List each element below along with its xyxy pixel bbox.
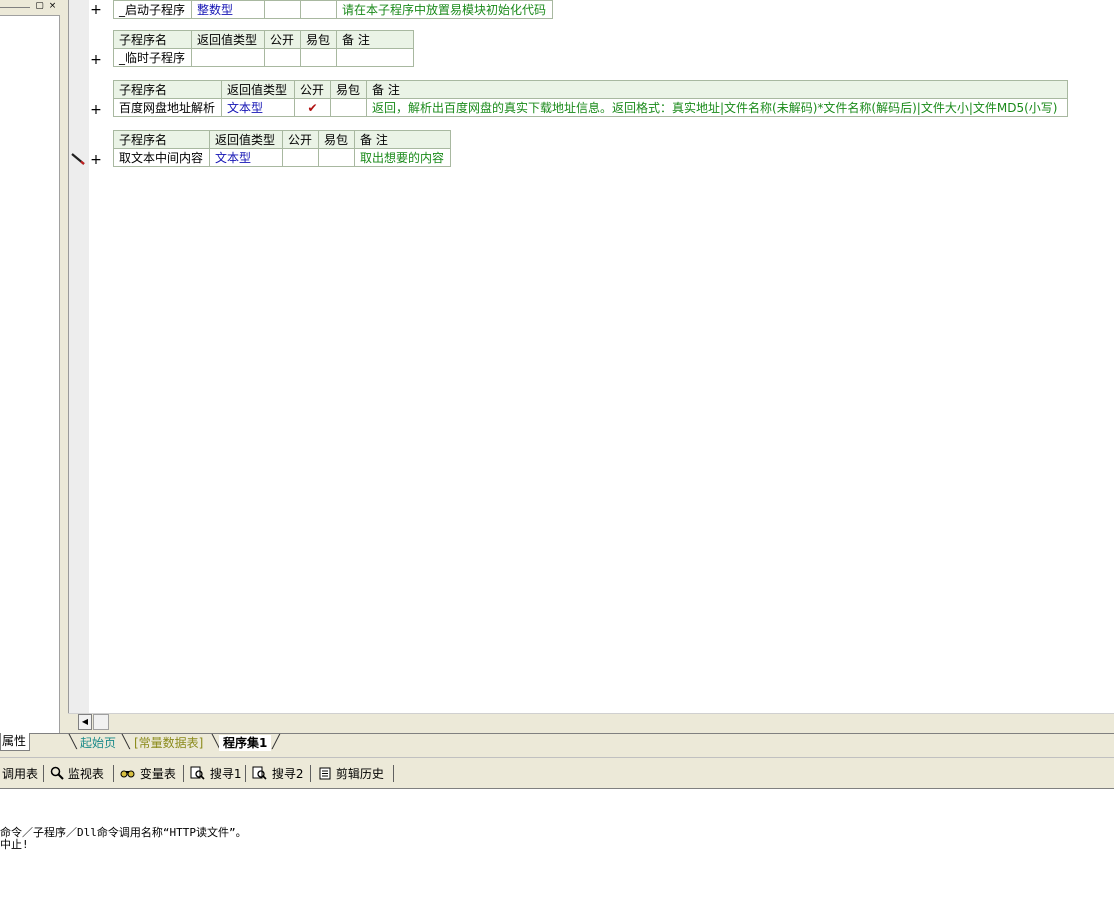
public-cell[interactable] xyxy=(282,148,319,167)
sub-name-cell[interactable]: 取文本中间内容 xyxy=(113,148,210,167)
output-line: 命令／子程序／Dll命令调用名称“HTTP读文件”。 xyxy=(0,826,247,839)
note-cell[interactable]: 返回，解析出百度网盘的真实下载地址信息。返回格式：真实地址|文件名称(未解码)*… xyxy=(366,98,1068,117)
sub-name-cell[interactable]: 百度网盘地址解析 xyxy=(113,98,222,117)
toolbar-separator xyxy=(393,765,394,782)
header-note: 备 注 xyxy=(354,130,451,149)
horizontal-scrollbar[interactable] xyxy=(68,713,1114,733)
tab-program-set[interactable]: 程序集1 xyxy=(219,735,272,751)
header-name: 子程序名 xyxy=(113,30,192,49)
subroutine-table-temp: 子程序名 返回值类型 公开 易包 备 注 _临时子程序 xyxy=(113,30,414,67)
subroutine-table-mid-text: 子程序名 返回值类型 公开 易包 备 注 取文本中间内容 文本型 取出想要的内容 xyxy=(113,130,451,167)
expand-icon[interactable]: + xyxy=(90,3,102,17)
variable-table-label: 变量表 xyxy=(139,767,176,781)
expand-icon[interactable]: + xyxy=(90,103,102,117)
binoculars-icon xyxy=(120,770,135,778)
scroll-thumb[interactable] xyxy=(93,714,109,730)
titlebar-grip xyxy=(0,7,30,8)
toolbar-separator xyxy=(183,765,184,782)
scroll-left-icon[interactable]: ◀ xyxy=(78,714,92,730)
search2-tab[interactable]: 搜寻2 xyxy=(252,765,303,783)
note-cell[interactable]: 请在本子程序中放置易模块初始化代码 xyxy=(336,0,553,19)
header-name: 子程序名 xyxy=(113,80,222,99)
toolbar-separator xyxy=(245,765,246,782)
variable-table-tab[interactable]: 变量表 xyxy=(120,765,176,783)
pencil-icon xyxy=(71,153,85,165)
tab-separator: ╱ xyxy=(272,735,280,750)
header-easy-pack: 易包 xyxy=(318,130,355,149)
return-type-cell[interactable]: 文本型 xyxy=(209,148,283,167)
table-header-row: 子程序名 返回值类型 公开 易包 备 注 xyxy=(113,30,414,49)
magnifier-icon xyxy=(50,766,64,780)
header-public: 公开 xyxy=(294,80,331,99)
search-doc-icon xyxy=(252,766,267,780)
tab-properties[interactable]: 属性 xyxy=(0,733,30,751)
header-public: 公开 xyxy=(282,130,319,149)
note-cell[interactable] xyxy=(336,48,414,67)
header-note: 备 注 xyxy=(366,80,1068,99)
return-type-cell[interactable] xyxy=(191,48,265,67)
left-panel-titlebar: ▢ × xyxy=(0,0,60,16)
table-row: _临时子程序 xyxy=(113,48,414,67)
return-type-cell[interactable]: 整数型 xyxy=(191,0,265,19)
header-easy-pack: 易包 xyxy=(300,30,337,49)
toolbar-separator xyxy=(113,765,114,782)
easy-pack-cell[interactable] xyxy=(300,0,337,19)
sub-name-cell[interactable]: _临时子程序 xyxy=(113,48,192,67)
clipboard-icon xyxy=(319,767,331,780)
toolbar-separator xyxy=(43,765,44,782)
search-doc-icon xyxy=(190,766,205,780)
header-name: 子程序名 xyxy=(113,130,210,149)
easy-pack-cell[interactable] xyxy=(330,98,367,117)
table-row: _启动子程序 整数型 请在本子程序中放置易模块初始化代码 xyxy=(113,0,553,19)
output-line: 中止! xyxy=(0,838,29,851)
watch-table-tab[interactable]: 监视表 xyxy=(50,765,104,783)
public-cell[interactable] xyxy=(264,0,301,19)
easy-pack-cell[interactable] xyxy=(300,48,337,67)
expand-icon[interactable]: + xyxy=(90,153,102,167)
clip-history-label: 剪辑历史 xyxy=(335,767,384,781)
header-note: 备 注 xyxy=(336,30,414,49)
public-check-icon[interactable]: ✔ xyxy=(294,98,331,117)
table-header-row: 子程序名 返回值类型 公开 易包 备 注 xyxy=(113,130,451,149)
public-cell[interactable] xyxy=(264,48,301,67)
header-easy-pack: 易包 xyxy=(330,80,367,99)
tab-start-page[interactable]: 起始页 xyxy=(76,735,120,751)
search1-label: 搜寻1 xyxy=(209,767,242,781)
expand-icon[interactable]: + xyxy=(90,53,102,67)
editor-gutter xyxy=(68,0,89,713)
close-icon[interactable]: × xyxy=(47,1,58,12)
tab-separator: ╲ xyxy=(122,735,130,750)
table-header-row: 子程序名 返回值类型 公开 易包 备 注 xyxy=(113,80,1068,99)
search2-label: 搜寻2 xyxy=(271,767,304,781)
output-pane[interactable] xyxy=(0,790,1114,914)
table-row: 百度网盘地址解析 文本型 ✔ 返回，解析出百度网盘的真实下载地址信息。返回格式：… xyxy=(113,98,1068,117)
header-public: 公开 xyxy=(264,30,301,49)
return-type-cell[interactable]: 文本型 xyxy=(221,98,295,117)
tab-constants[interactable]: [常量数据表] xyxy=(130,735,207,751)
call-table-tab[interactable]: 调用表 xyxy=(2,765,38,783)
left-panel xyxy=(0,0,60,733)
subroutine-table-startup: _启动子程序 整数型 请在本子程序中放置易模块初始化代码 xyxy=(113,0,553,19)
table-row: 取文本中间内容 文本型 取出想要的内容 xyxy=(113,148,451,167)
subroutine-table-baidu: 子程序名 返回值类型 公开 易包 备 注 百度网盘地址解析 文本型 ✔ 返回，解… xyxy=(113,80,1068,117)
dock-icon[interactable]: ▢ xyxy=(34,1,45,12)
note-cell[interactable]: 取出想要的内容 xyxy=(354,148,451,167)
header-return-type: 返回值类型 xyxy=(191,30,265,49)
easy-pack-cell[interactable] xyxy=(318,148,355,167)
toolbar-separator xyxy=(310,765,311,782)
header-return-type: 返回值类型 xyxy=(209,130,283,149)
watch-table-label: 监视表 xyxy=(67,767,104,781)
sub-name-cell[interactable]: _启动子程序 xyxy=(113,0,192,19)
header-return-type: 返回值类型 xyxy=(221,80,295,99)
splitter[interactable] xyxy=(60,0,68,733)
search1-tab[interactable]: 搜寻1 xyxy=(190,765,241,783)
clip-history-tab[interactable]: 剪辑历史 xyxy=(318,765,384,783)
